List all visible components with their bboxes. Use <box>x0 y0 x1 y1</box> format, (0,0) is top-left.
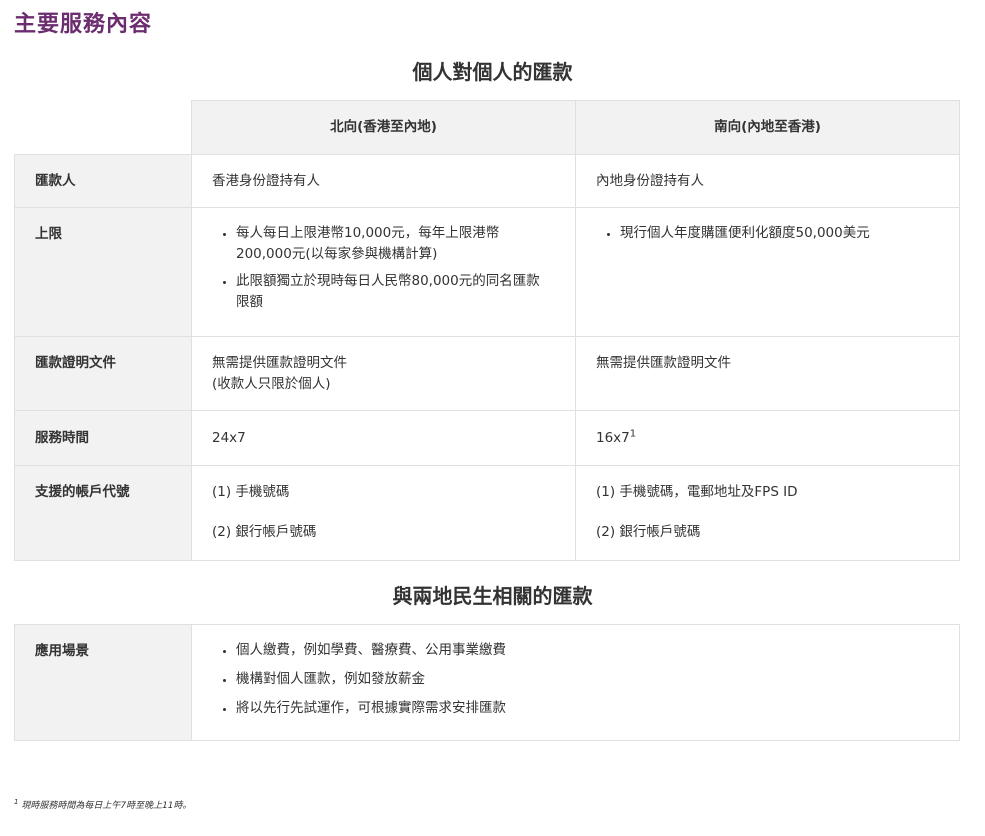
row-label-proxy: 支援的帳戶代號 <box>14 465 192 561</box>
p2p-remittance-table: 北向(香港至內地) 南向(內地至香港) 匯款人 香港身份證持有人 內地身份證持有… <box>14 100 960 561</box>
header-blank-cell <box>14 100 192 155</box>
bullet-item: 個人繳費，例如學費、醫療費、公用事業繳費 <box>236 640 939 661</box>
footnote-mark: 1 <box>14 798 19 806</box>
cell-hours-south: 16x71 <box>575 410 960 466</box>
row-label-limit: 上限 <box>14 207 192 337</box>
table-row-proxy: 支援的帳戶代號 (1) 手機號碼 (2) 銀行帳戶號碼 (1) 手機號碼，電郵地… <box>14 465 960 561</box>
cell-hours-north: 24x7 <box>191 410 576 466</box>
row-label-proof: 匯款證明文件 <box>14 336 192 411</box>
section-title-livelihood: 與兩地民生相關的匯款 <box>392 584 593 608</box>
footnote: 1 現時服務時間為每日上午7時至晚上11時。 <box>14 798 192 812</box>
section-title-p2p: 個人對個人的匯款 <box>412 60 573 84</box>
page-heading: 主要服務內容 <box>14 12 153 37</box>
cell-limit-north: 每人每日上限港幣10,000元，每年上限港幣200,000元(以每家參與機構計算… <box>191 207 576 337</box>
bullet-item: 此限額獨立於現時每日人民幣80,000元的同名匯款限額 <box>236 271 555 313</box>
table-header-row: 北向(香港至內地) 南向(內地至香港) <box>14 100 960 155</box>
row-label-hours: 服務時間 <box>14 410 192 466</box>
bullet-item: 機構對個人匯款，例如發放薪金 <box>236 669 939 690</box>
cell-limit-south: 現行個人年度購匯便利化額度50,000美元 <box>575 207 960 337</box>
cell-proxy-south: (1) 手機號碼，電郵地址及FPS ID (2) 銀行帳戶號碼 <box>575 465 960 561</box>
cell-proof-north: 無需提供匯款證明文件 (收款人只限於個人) <box>191 336 576 411</box>
column-header-southbound: 南向(內地至香港) <box>575 100 960 155</box>
row-label-scenarios: 應用場景 <box>14 624 192 741</box>
bullet-item: 將以先行先試運作，可根據實際需求安排匯款 <box>236 698 939 719</box>
column-header-northbound: 北向(香港至內地) <box>191 100 576 155</box>
table-row-scenarios: 應用場景 個人繳費，例如學費、醫療費、公用事業繳費 機構對個人匯款，例如發放薪金… <box>14 624 960 741</box>
cell-remitter-north: 香港身份證持有人 <box>191 154 576 208</box>
cell-scenarios: 個人繳費，例如學費、醫療費、公用事業繳費 機構對個人匯款，例如發放薪金 將以先行… <box>191 624 960 741</box>
cell-proof-south: 無需提供匯款證明文件 <box>575 336 960 411</box>
cell-proxy-north: (1) 手機號碼 (2) 銀行帳戶號碼 <box>191 465 576 561</box>
row-label-remitter: 匯款人 <box>14 154 192 208</box>
footnote-text: 現時服務時間為每日上午7時至晚上11時。 <box>21 801 192 811</box>
livelihood-remittance-table: 應用場景 個人繳費，例如學費、醫療費、公用事業繳費 機構對個人匯款，例如發放薪金… <box>14 624 960 741</box>
table-row-proof: 匯款證明文件 無需提供匯款證明文件 (收款人只限於個人) 無需提供匯款證明文件 <box>14 336 960 411</box>
table-row-limit: 上限 每人每日上限港幣10,000元，每年上限港幣200,000元(以每家參與機… <box>14 207 960 337</box>
footnote-reference[interactable]: 1 <box>630 429 636 440</box>
bullet-item: 每人每日上限港幣10,000元，每年上限港幣200,000元(以每家參與機構計算… <box>236 223 555 265</box>
bullet-item: 現行個人年度購匯便利化額度50,000美元 <box>620 223 939 244</box>
cell-remitter-south: 內地身份證持有人 <box>575 154 960 208</box>
table-row-hours: 服務時間 24x7 16x71 <box>14 410 960 466</box>
table-row-remitter: 匯款人 香港身份證持有人 內地身份證持有人 <box>14 154 960 208</box>
